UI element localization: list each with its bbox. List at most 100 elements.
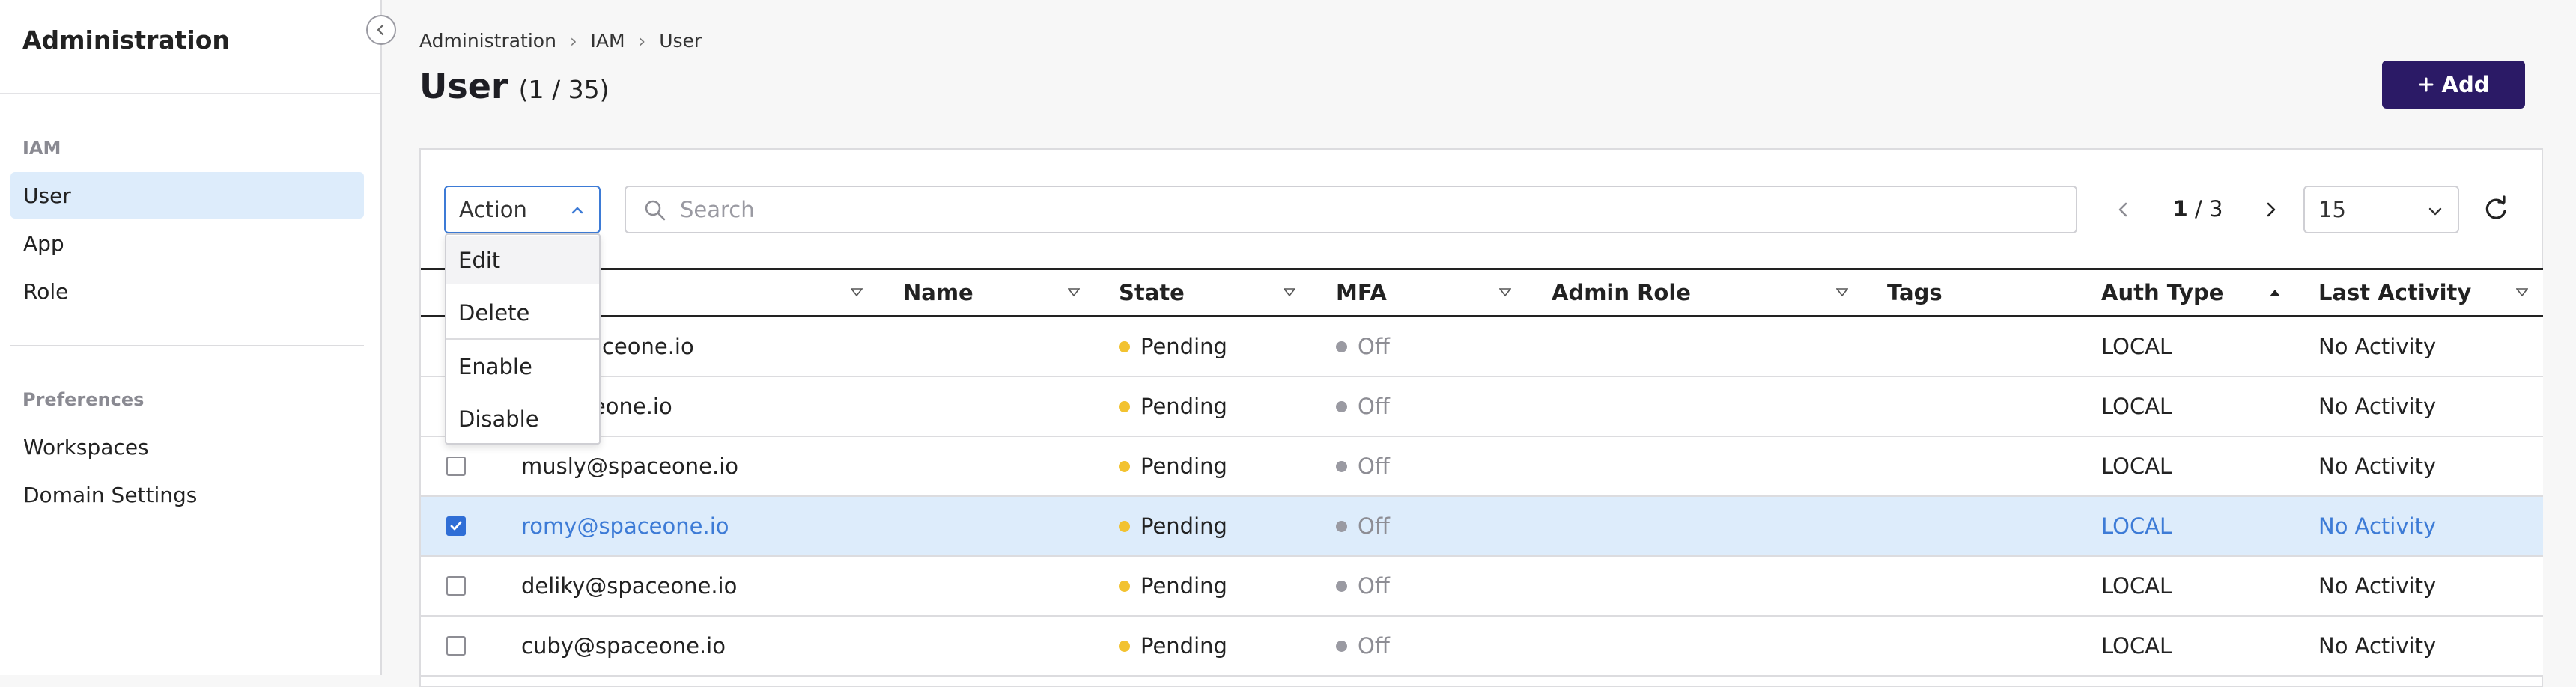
prev-page-button[interactable] — [2110, 196, 2137, 226]
state-cell: Pending — [1119, 617, 1227, 675]
chevron-right-icon: › — [638, 30, 646, 52]
checkbox[interactable] — [446, 457, 466, 476]
off-dot-icon — [1336, 400, 1347, 412]
auth-type-cell: LOCAL — [2101, 454, 2172, 479]
row-checkbox[interactable] — [446, 497, 466, 555]
table-row[interactable]: deliky@spaceone.io Pending Off LOCAL No … — [421, 557, 2543, 617]
pending-dot-icon — [1119, 580, 1130, 592]
breadcrumb: Administration › IAM › User — [419, 30, 702, 52]
breadcrumb-item-administration[interactable]: Administration — [419, 30, 556, 52]
state-cell: Pending — [1119, 377, 1227, 436]
table-header: Name State MFA Admin Role Tags Auth Type… — [421, 268, 2543, 317]
user-id-cell: musly@spaceone.io — [521, 454, 739, 479]
sidebar-title: Administration — [22, 25, 230, 55]
user-id-cell: cuby@spaceone.io — [521, 633, 726, 659]
last-activity-cell: No Activity — [2318, 573, 2437, 599]
sidebar-item-user[interactable]: User — [10, 172, 364, 219]
table-row[interactable]: cuby@spaceone.io Pending Off LOCAL No Ac… — [421, 617, 2543, 677]
chevron-down-icon — [2428, 207, 2442, 216]
auth-type-cell: LOCAL — [2101, 334, 2172, 359]
filter-triangle-icon — [1836, 288, 1848, 297]
auth-type-cell: LOCAL — [2101, 394, 2172, 419]
off-dot-icon — [1336, 460, 1347, 472]
page-title-count: (1 / 35) — [518, 75, 610, 104]
filter-triangle-icon — [2516, 288, 2528, 297]
pending-dot-icon — [1119, 460, 1130, 472]
column-header-auth-type[interactable]: Auth Type — [2101, 270, 2223, 315]
state-cell: Pending — [1119, 437, 1227, 495]
last-activity-cell: No Activity — [2318, 334, 2437, 359]
total-pages: / 3 — [2194, 196, 2223, 222]
column-header-last-activity[interactable]: Last Activity — [2318, 270, 2471, 315]
check-icon — [450, 521, 462, 531]
off-dot-icon — [1336, 580, 1347, 592]
sidebar-item-app[interactable]: App — [10, 220, 364, 266]
section-label-preferences: Preferences — [22, 389, 145, 410]
column-header-tags[interactable]: Tags — [1887, 270, 1942, 315]
menu-divider — [446, 338, 599, 340]
state-cell: Pending — [1119, 557, 1227, 615]
sidebar-item-workspaces[interactable]: Workspaces — [10, 424, 364, 470]
search-input[interactable]: Search — [625, 186, 2077, 233]
action-select-label: Action — [459, 197, 527, 222]
chevron-left-icon — [377, 24, 384, 36]
pending-dot-icon — [1119, 400, 1130, 412]
plus-icon — [2419, 77, 2434, 92]
mfa-cell: Off — [1336, 317, 1390, 376]
table-row[interactable]: musly@spaceone.io Pending Off LOCAL No A… — [421, 437, 2543, 497]
column-header-name[interactable]: Name — [903, 270, 973, 315]
add-button-label: Add — [2441, 72, 2490, 97]
mfa-cell: Off — [1336, 377, 1390, 436]
search-placeholder: Search — [680, 197, 755, 222]
chevron-right-icon: › — [569, 30, 577, 52]
checkbox-checked[interactable] — [446, 516, 466, 536]
current-page: 1 — [2172, 196, 2188, 222]
pending-dot-icon — [1119, 520, 1130, 532]
sidebar-item-domain-settings[interactable]: Domain Settings — [10, 471, 364, 518]
page-size-select[interactable]: 15 — [2303, 186, 2459, 233]
page-size-value: 15 — [2318, 197, 2346, 222]
checkbox[interactable] — [446, 636, 466, 656]
refresh-icon — [2485, 195, 2506, 219]
breadcrumb-item-iam[interactable]: IAM — [591, 30, 625, 52]
table-row[interactable]: ...spaceone.io Pending Off LOCAL No Acti… — [421, 377, 2543, 437]
table-row-selected[interactable]: romy@spaceone.io Pending Off LOCAL No Ac… — [421, 497, 2543, 557]
next-page-button[interactable] — [2257, 196, 2284, 226]
mfa-cell: Off — [1336, 497, 1390, 555]
search-icon — [645, 200, 666, 221]
column-header-admin-role[interactable]: Admin Role — [1552, 270, 1691, 315]
filter-triangle-icon — [1068, 288, 1080, 297]
menu-item-edit[interactable]: Edit — [446, 236, 599, 284]
sidebar-collapse-button[interactable] — [366, 15, 396, 45]
off-dot-icon — [1336, 341, 1347, 352]
chevron-left-icon — [2118, 202, 2127, 217]
refresh-button[interactable] — [2479, 193, 2512, 229]
filter-triangle-icon — [1499, 288, 1511, 297]
action-select[interactable]: Action — [444, 186, 601, 233]
pagination-text: 1 / 3 — [2157, 196, 2239, 222]
last-activity-cell: No Activity — [2318, 454, 2437, 479]
page-title-text: User — [419, 66, 508, 106]
column-header-mfa[interactable]: MFA — [1336, 270, 1387, 315]
auth-type-cell: LOCAL — [2101, 633, 2172, 659]
row-checkbox[interactable] — [446, 557, 466, 615]
column-header-state[interactable]: State — [1119, 270, 1185, 315]
menu-item-disable[interactable]: Disable — [446, 395, 599, 443]
sort-ascending-icon — [2270, 290, 2280, 296]
row-checkbox[interactable] — [446, 617, 466, 675]
menu-item-enable[interactable]: Enable — [446, 343, 599, 391]
mfa-cell: Off — [1336, 437, 1390, 495]
action-dropdown-menu: Edit Delete Enable Disable — [445, 233, 601, 445]
add-button[interactable]: Add — [2382, 61, 2525, 109]
user-id-cell: deliky@spaceone.io — [521, 573, 738, 599]
row-checkbox[interactable] — [446, 437, 466, 495]
checkbox[interactable] — [446, 576, 466, 596]
breadcrumb-item-user: User — [659, 30, 702, 52]
off-dot-icon — [1336, 640, 1347, 652]
auth-type-cell: LOCAL — [2101, 573, 2172, 599]
state-cell: Pending — [1119, 497, 1227, 555]
menu-item-delete[interactable]: Delete — [446, 289, 599, 337]
last-activity-cell: No Activity — [2318, 394, 2437, 419]
sidebar-item-role[interactable]: Role — [10, 268, 364, 314]
table-row[interactable]: ...@spaceone.io Pending Off LOCAL No Act… — [421, 317, 2543, 377]
